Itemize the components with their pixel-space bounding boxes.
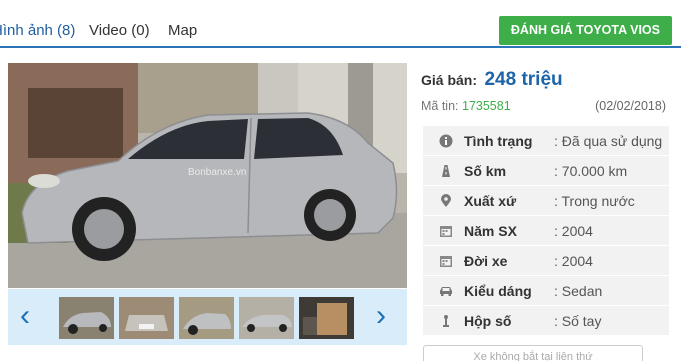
calendar-icon bbox=[440, 226, 452, 237]
rate-car-button[interactable]: ĐÁNH GIÁ TOYOTA VIOS bbox=[498, 16, 672, 45]
spec-row-km: Số km : 70.000 km bbox=[423, 156, 669, 186]
media-tabs: Hình ảnh (8) Video (0) Map ĐÁNH GIÁ TOYO… bbox=[0, 12, 681, 48]
spec-value: : Sedan bbox=[554, 283, 603, 299]
spec-label: Đời xe bbox=[464, 253, 508, 269]
car-icon bbox=[440, 287, 452, 296]
spec-value: : Số tay bbox=[554, 313, 602, 329]
price-row: Giá bán: 248 triệu bbox=[421, 69, 563, 91]
gearshift-icon bbox=[443, 315, 449, 327]
thumbnail-4[interactable] bbox=[239, 297, 294, 339]
spec-row-body: Kiểu dáng : Sedan bbox=[423, 276, 669, 306]
listing-code-row: Mã tin: 1735581 (02/02/2018) bbox=[421, 99, 666, 113]
photo-watermark: Bonbanxe.vn bbox=[188, 167, 246, 178]
chevron-right-icon[interactable]: › bbox=[376, 301, 386, 331]
spec-value: : Đã qua sử dụng bbox=[554, 133, 663, 149]
thumbnail-strip: ‹ › bbox=[8, 289, 407, 345]
listing-date: (02/02/2018) bbox=[595, 99, 666, 113]
contact-hint-box[interactable]: Xe không bắt tại liên thứ bbox=[423, 345, 643, 361]
spec-value: : Trong nước bbox=[554, 193, 635, 209]
thumbnail-2[interactable] bbox=[119, 297, 174, 339]
location-pin-icon bbox=[441, 194, 451, 207]
listing-code-label: Mã tin: bbox=[421, 99, 459, 113]
spec-label: Kiểu dáng bbox=[464, 283, 532, 299]
thumbnail-3[interactable] bbox=[179, 297, 234, 339]
thumbnail-1[interactable] bbox=[59, 297, 114, 339]
spec-row-model-year: Đời xe : 2004 bbox=[423, 246, 669, 276]
car-photo-illustration: Bonbanxe.vn bbox=[8, 63, 407, 288]
listing-code-value: 1735581 bbox=[462, 99, 511, 113]
spec-label: Xuất xứ bbox=[464, 193, 517, 209]
spec-row-year: Năm SX : 2004 bbox=[423, 216, 669, 246]
chevron-left-icon[interactable]: ‹ bbox=[20, 301, 30, 331]
price-label: Giá bán: bbox=[421, 72, 478, 88]
spec-label: Năm SX bbox=[464, 223, 517, 239]
spec-table: Tình trạng : Đã qua sử dụng Số km : 70.0… bbox=[423, 126, 669, 336]
tab-map[interactable]: Map bbox=[168, 22, 197, 39]
spec-row-origin: Xuất xứ : Trong nước bbox=[423, 186, 669, 216]
calendar-icon bbox=[440, 256, 452, 267]
spec-value: : 2004 bbox=[554, 223, 593, 239]
tab-images[interactable]: Hình ảnh (8) bbox=[0, 22, 75, 39]
spec-row-transmission: Hộp số : Số tay bbox=[423, 306, 669, 336]
spec-label: Số km bbox=[464, 163, 507, 179]
spec-label: Tình trạng bbox=[464, 133, 533, 149]
price-value: 248 triệu bbox=[484, 69, 563, 90]
spec-value: : 2004 bbox=[554, 253, 593, 269]
spec-row-condition: Tình trạng : Đã qua sử dụng bbox=[423, 126, 669, 156]
listing-page: Hình ảnh (8) Video (0) Map ĐÁNH GIÁ TOYO… bbox=[0, 0, 681, 361]
main-car-photo[interactable]: Bonbanxe.vn bbox=[8, 63, 407, 288]
spec-label: Hộp số bbox=[464, 313, 512, 329]
info-icon bbox=[439, 134, 453, 148]
thumbnail-5[interactable] bbox=[299, 297, 354, 339]
spec-value: : 70.000 km bbox=[554, 163, 628, 179]
road-icon bbox=[442, 165, 450, 177]
tab-video[interactable]: Video (0) bbox=[89, 22, 150, 39]
